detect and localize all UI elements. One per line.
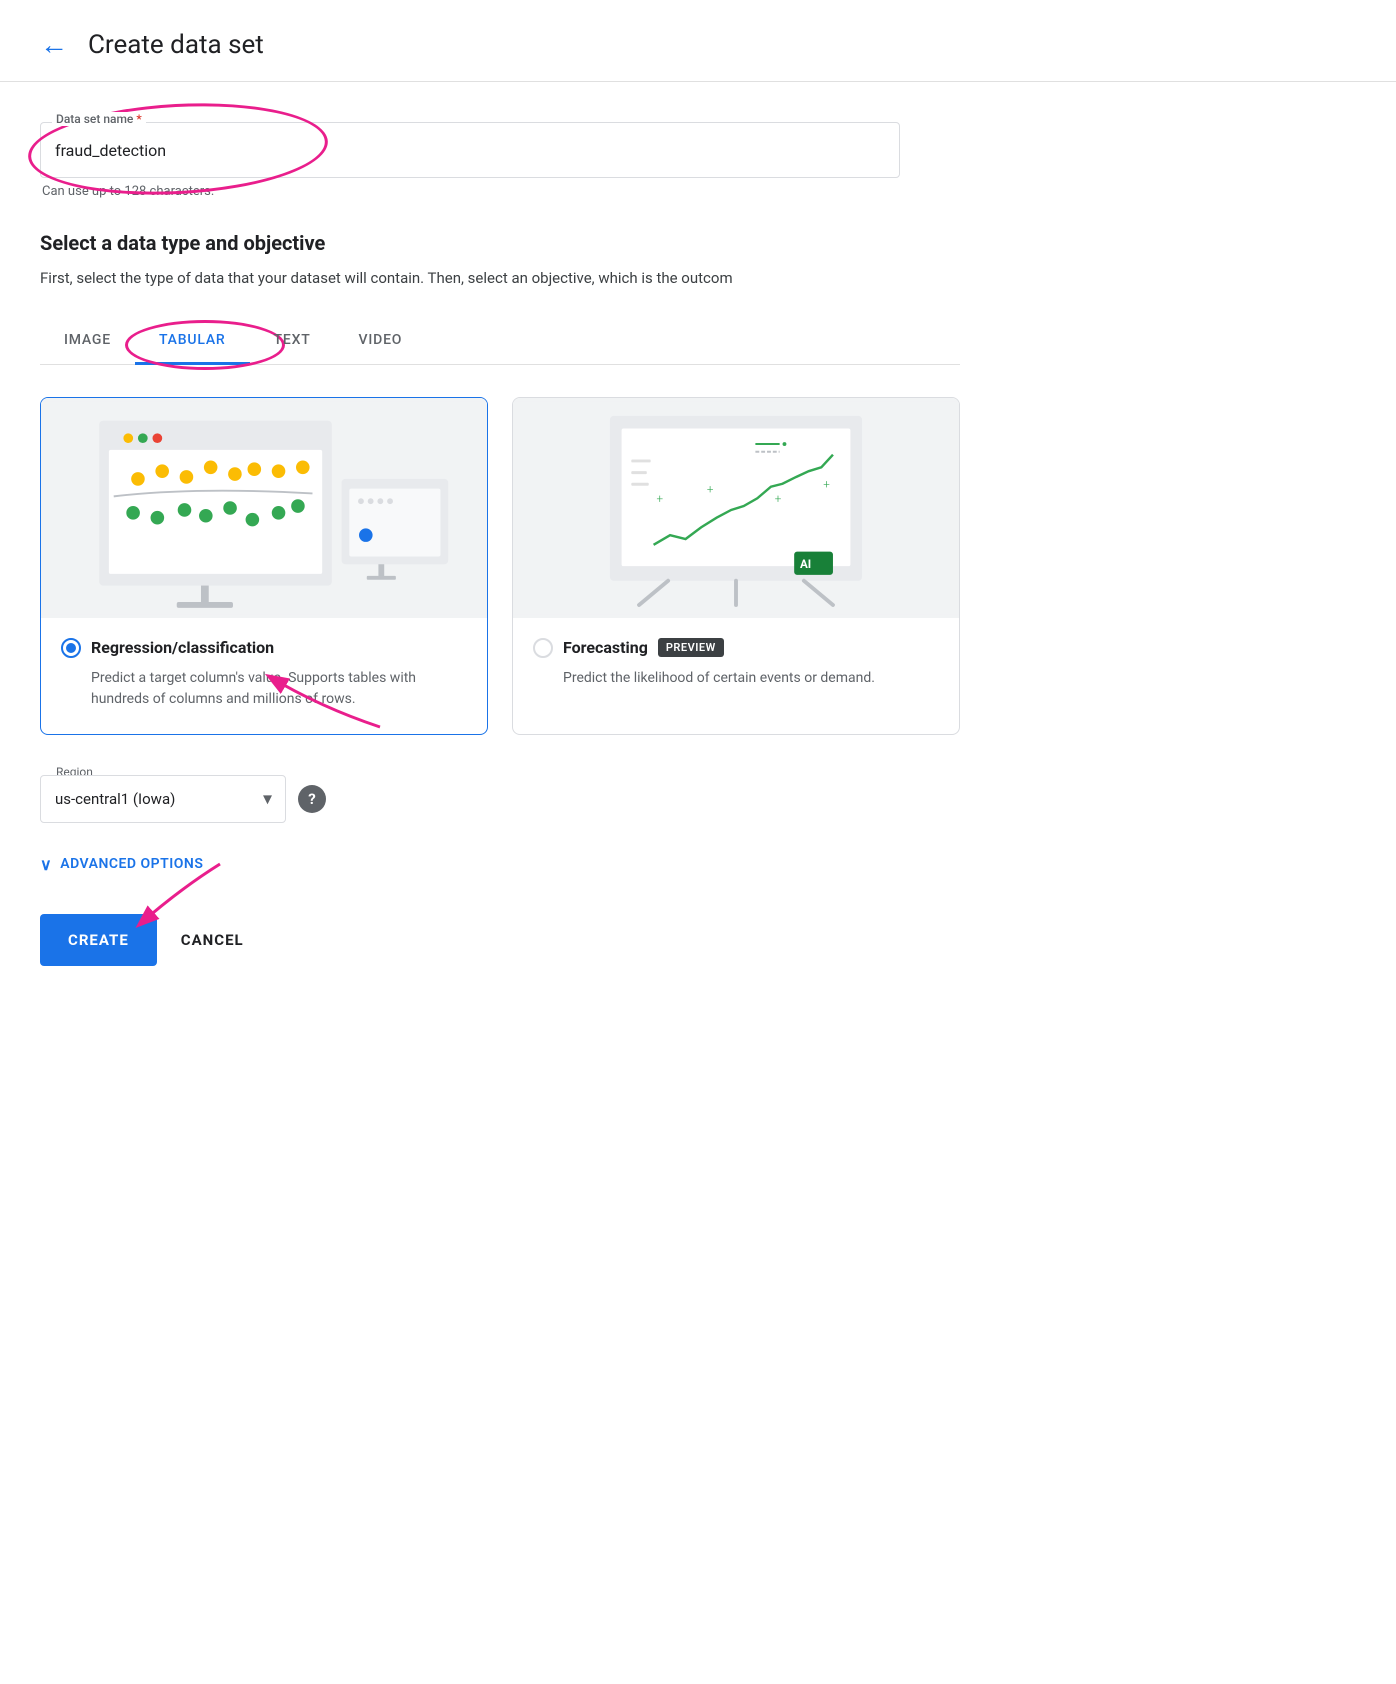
tabs-container: IMAGE TABULAR TEXT VIDEO [40,318,960,365]
preview-badge: PREVIEW [658,638,724,657]
regression-desc: Predict a target column's value. Support… [61,668,467,710]
region-help-icon[interactable]: ? [298,785,326,813]
forecasting-desc: Predict the likelihood of certain events… [533,668,939,689]
dataset-name-input[interactable] [40,122,900,178]
region-group: Region us-central1 (Iowa) us-east1 (Sout… [40,775,326,823]
svg-text:+: + [823,477,830,491]
create-button[interactable]: CREATE [40,914,157,966]
bottom-buttons: CREATE CANCEL [40,914,960,966]
svg-text:+: + [775,492,782,506]
region-select-row: us-central1 (Iowa) us-east1 (South Carol… [40,775,326,823]
regression-card-image [41,398,487,618]
cancel-button[interactable]: CANCEL [181,931,244,949]
option-card-regression[interactable]: Regression/classification Predict a targ… [40,397,488,735]
advanced-options-chevron: ∨ [40,855,52,874]
dataset-name-label: Data set name * [52,112,146,126]
tab-image[interactable]: IMAGE [40,318,135,365]
page-title: Create data set [88,30,264,60]
back-button[interactable]: ← [40,28,68,61]
region-select[interactable]: us-central1 (Iowa) us-east1 (South Carol… [40,775,286,823]
svg-text:+: + [707,482,714,496]
dataset-name-field-group: Data set name * Can use up to 128 charac… [40,122,960,199]
forecasting-option-row: Forecasting PREVIEW [533,638,939,658]
regression-radio[interactable] [61,638,81,658]
regression-option-row: Regression/classification [61,638,467,658]
svg-text:+: + [656,492,663,506]
section-title: Select a data type and objective [40,231,960,255]
dataset-name-hint: Can use up to 128 characters. [40,184,960,199]
tab-text[interactable]: TEXT [250,318,335,365]
tab-tabular[interactable]: TABULAR [135,318,250,365]
section-desc: First, select the type of data that your… [40,267,960,290]
forecasting-card-body: Forecasting PREVIEW Predict the likeliho… [513,618,959,713]
cards-row: Regression/classification Predict a targ… [40,397,960,735]
page-content: Data set name * Can use up to 128 charac… [0,82,1000,1006]
forecasting-radio[interactable] [533,638,553,658]
svg-text:AI: AI [800,557,811,571]
advanced-options-toggle[interactable]: ∨ ADVANCED OPTIONS [40,855,960,874]
page-header: ← Create data set [0,0,1396,82]
regression-card-body: Regression/classification Predict a targ… [41,618,487,734]
option-card-forecasting[interactable]: + + + + AI Forecasting PREVIEW [512,397,960,735]
tab-video[interactable]: VIDEO [335,318,427,365]
advanced-options-label: ADVANCED OPTIONS [60,856,203,872]
regression-radio-inner [66,643,76,653]
region-select-wrapper: us-central1 (Iowa) us-east1 (South Carol… [40,775,286,823]
forecasting-title: Forecasting [563,638,648,657]
regression-title: Regression/classification [91,638,274,657]
option-cards-wrapper: Regression/classification Predict a targ… [40,397,960,735]
forecasting-card-image: + + + + AI [513,398,959,618]
